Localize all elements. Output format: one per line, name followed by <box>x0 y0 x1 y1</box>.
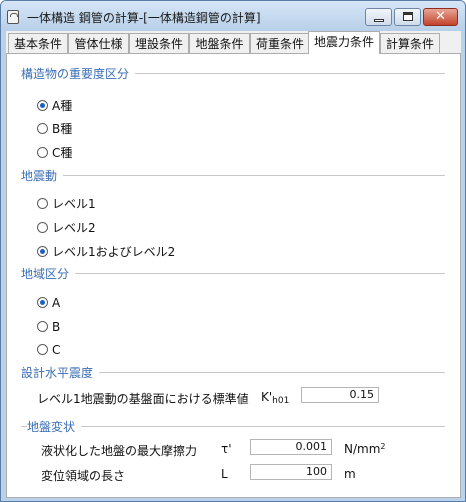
ground-motion-divider <box>21 175 445 176</box>
radio-selected-icon <box>37 297 48 308</box>
minimize-button[interactable] <box>365 8 392 26</box>
kh01-input[interactable]: 0.15 <box>301 387 379 403</box>
max-friction-input[interactable]: 0.001 <box>250 439 332 455</box>
radio-empty-icon <box>37 147 48 158</box>
minimize-icon <box>374 19 384 22</box>
tab-load-conditions[interactable]: 荷重条件 <box>250 33 310 53</box>
region-group-label: 地域区分 <box>21 265 76 282</box>
radio-empty-icon <box>37 198 48 209</box>
max-friction-label: 液状化した地盤の最大摩擦力 <box>41 444 198 458</box>
tab-seismic-conditions[interactable]: 地震力条件 <box>308 31 380 54</box>
length-unit: m <box>344 467 356 481</box>
radio-label: A <box>52 296 61 310</box>
tab-strip: 基本条件 管体仕様 埋設条件 地盤条件 荷重条件 地震力条件 計算条件 <box>6 31 461 54</box>
close-icon: ✕ <box>435 9 446 24</box>
kh01-symbol-subscript: h01 <box>272 396 290 406</box>
seismic-coefficient-group-label: 設計水平震度 <box>21 364 100 381</box>
tab-calculation-conditions[interactable]: 計算条件 <box>380 33 440 53</box>
level1-standard-value-label: レベル1地震動の基盤面における標準値 <box>37 392 249 406</box>
radio-label: A種 <box>52 99 73 113</box>
close-button[interactable]: ✕ <box>423 8 458 26</box>
radio-selected-icon <box>37 246 48 257</box>
radio-empty-icon <box>37 222 48 233</box>
kh01-symbol-main: K' <box>261 390 273 404</box>
ground-motion-group-label: 地震動 <box>21 167 64 184</box>
importance-group-label: 構造物の重要度区分 <box>21 65 136 82</box>
radio-empty-icon <box>37 321 48 332</box>
ground-displacement-divider <box>21 426 445 427</box>
displacement-length-input[interactable]: 100 <box>250 464 332 480</box>
radio-label: B種 <box>52 122 73 136</box>
window-title: 一体構造 鋼管の計算-[一体構造鋼管の計算] <box>27 11 261 25</box>
friction-unit-main: N/mm <box>344 442 381 456</box>
tau-symbol: τ' <box>221 442 232 456</box>
app-document-icon[interactable] <box>7 10 19 24</box>
tab-ground-conditions[interactable]: 地盤条件 <box>189 33 250 53</box>
tab-basic-conditions[interactable]: 基本条件 <box>8 33 68 53</box>
tab-burial-conditions[interactable]: 埋設条件 <box>129 33 189 53</box>
radio-empty-icon <box>37 123 48 134</box>
main-window: 一体構造 鋼管の計算-[一体構造鋼管の計算] ✕ 基本条件 管体仕様 埋設条件 … <box>0 0 466 502</box>
radio-label: レベル1 <box>52 197 96 211</box>
radio-selected-icon <box>37 100 48 111</box>
radio-empty-icon <box>37 344 48 355</box>
radio-label: レベル2 <box>52 221 96 235</box>
radio-label: レベル1およびレベル2 <box>52 245 176 259</box>
radio-label: C <box>52 343 61 357</box>
ground-displacement-group-label: 地盤変状 <box>27 418 82 435</box>
region-divider <box>21 273 445 274</box>
seismic-conditions-panel: 構造物の重要度区分 A種 B種 C種 地震動 レベル1 レベル2 レベル1および… <box>6 53 461 498</box>
friction-unit: N/mm2 <box>344 442 386 456</box>
dialog-client: 基本条件 管体仕様 埋設条件 地盤条件 荷重条件 地震力条件 計算条件 構造物の… <box>6 31 461 498</box>
maximize-button[interactable] <box>394 8 421 26</box>
tab-pipe-spec[interactable]: 管体仕様 <box>68 33 129 53</box>
kh01-symbol: K'h01 <box>261 390 289 406</box>
radio-label: B <box>52 320 61 334</box>
friction-unit-superscript: 2 <box>380 442 386 451</box>
title-bar[interactable]: 一体構造 鋼管の計算-[一体構造鋼管の計算] ✕ <box>1 1 465 31</box>
length-symbol: L <box>221 467 228 481</box>
maximize-icon <box>403 12 413 21</box>
displacement-length-label: 変位領域の長さ <box>41 469 126 483</box>
radio-label: C種 <box>52 146 73 160</box>
